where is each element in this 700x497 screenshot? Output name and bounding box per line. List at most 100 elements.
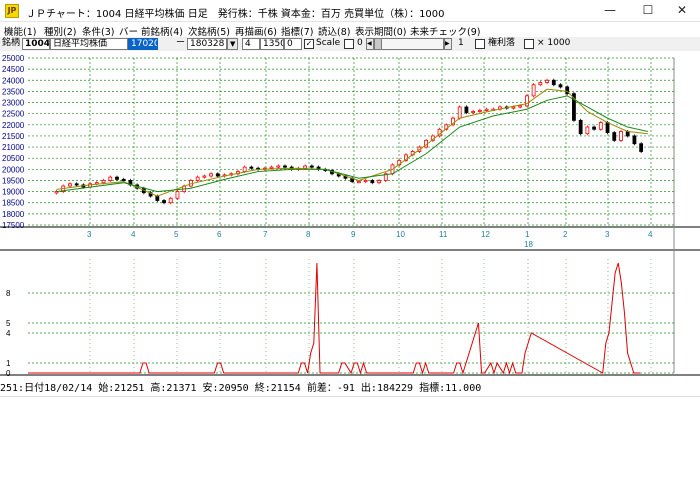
candle-body	[121, 178, 126, 181]
candle-body	[377, 180, 381, 184]
candle-body	[202, 175, 207, 178]
candle-body	[477, 109, 482, 112]
candle-body	[283, 165, 287, 168]
date-range-dash: ー	[176, 38, 186, 48]
month-label: 3	[87, 230, 92, 239]
candle-body	[538, 82, 543, 86]
candle-body	[175, 191, 180, 199]
candle-body	[168, 197, 173, 204]
candle-body	[471, 111, 476, 114]
menu-bar: 機能(1) 種別(2) 条件(3) バー 前銘柄(4) 次銘柄(5) 再描画(6…	[0, 22, 700, 38]
candle-body	[242, 166, 247, 172]
field-4-input[interactable]: 4	[242, 38, 260, 50]
candle-body	[464, 106, 469, 113]
window-title: ＪＰチャート：1004 日経平均株価 日足 発行株：千株 資本金：百万 売買単位…	[26, 9, 445, 20]
month-label: 5	[174, 230, 179, 239]
field-1350-input[interactable]: 1350	[260, 38, 284, 50]
candle-body	[525, 95, 529, 107]
candle-body	[625, 131, 630, 137]
month-label: 1	[525, 230, 530, 239]
title-bar: JP ＪＰチャート：1004 日経平均株価 日足 発行株：千株 資本金：百万 売…	[0, 0, 700, 22]
menu-indicator[interactable]: 指標(7)	[281, 24, 313, 38]
start-date-input[interactable]: 170208	[128, 38, 158, 50]
toolbar: 銘柄 1004 日経平均株価 170208 ー 180328 ▼ 4 1350 …	[0, 37, 700, 51]
price-tick-label: 24500	[2, 65, 25, 74]
candle-body	[356, 181, 361, 184]
price-tick-label: 23500	[2, 87, 25, 96]
price-tick-label: 18500	[2, 199, 25, 208]
menu-type[interactable]: 種別(2)	[44, 24, 76, 38]
month-label: 6	[217, 230, 222, 239]
candle-body	[370, 180, 375, 184]
candle-body	[68, 183, 72, 187]
candle-body	[558, 84, 563, 88]
indicator-tick-label: 0	[6, 369, 11, 378]
candle-body	[101, 180, 106, 184]
stock-name-field: 日経平均株価	[50, 38, 128, 50]
rights-label: 権利落	[488, 38, 516, 48]
scrollbar-thumb[interactable]	[374, 38, 382, 50]
chart-area: 17500 18000 18500 19000 19500 20000 20500 21000…	[0, 51, 700, 381]
candle-body	[162, 200, 166, 204]
price-tick-label: 19000	[2, 188, 25, 197]
menu-load[interactable]: 読込(8)	[318, 24, 350, 38]
candle-body	[309, 165, 314, 168]
candle-body	[209, 173, 213, 177]
price-tick-label: 22000	[2, 121, 25, 130]
scale-value: 0	[357, 38, 363, 48]
menu-bar-type[interactable]: バー	[119, 24, 138, 38]
menu-redraw[interactable]: 再描画(6)	[235, 24, 277, 38]
range-scrollbar[interactable]	[374, 38, 444, 50]
menu-display-period[interactable]: 表示期間(0)	[355, 24, 406, 38]
rights-checkbox[interactable]	[475, 39, 485, 49]
price-tick-label: 21500	[2, 132, 25, 141]
month-label: 3	[605, 230, 610, 239]
minimize-button[interactable]: —	[592, 0, 628, 22]
candle-body	[269, 166, 274, 169]
price-tick-label: 24000	[2, 76, 25, 85]
chevron-down-icon[interactable]: ▼	[227, 38, 238, 50]
month-label: 11	[439, 230, 448, 239]
candle-body	[585, 126, 590, 135]
candle-body	[303, 165, 308, 169]
menu-future-check[interactable]: 未来チェック(9)	[410, 24, 480, 38]
scale-checkbox[interactable]: ✓	[304, 39, 314, 49]
indicator-tick-label: 1	[6, 359, 11, 368]
candle-body	[639, 143, 644, 152]
candle-body	[518, 105, 523, 108]
scroll-left-icon[interactable]: ◀	[366, 38, 374, 50]
candle-body	[578, 119, 583, 135]
price-tick-label: 19500	[2, 176, 25, 185]
menu-condition[interactable]: 条件(3)	[82, 24, 114, 38]
year-label: 18	[524, 240, 533, 249]
menu-next-stock[interactable]: 次銘柄(5)	[188, 24, 230, 38]
candle-body	[155, 195, 160, 201]
candle-body	[592, 126, 596, 130]
code-input[interactable]: 1004	[22, 38, 50, 50]
field-0-input[interactable]: 0	[284, 38, 302, 50]
x1000-label: × 1000	[537, 38, 571, 48]
month-label: 2	[563, 230, 568, 239]
indicator-tick-label: 8	[6, 289, 11, 298]
menu-function[interactable]: 機能(1)	[4, 24, 36, 38]
candle-body	[632, 135, 637, 145]
candle-body	[195, 176, 200, 181]
menu-prev-stock[interactable]: 前銘柄(4)	[141, 24, 183, 38]
x1000-checkbox[interactable]	[524, 39, 534, 49]
candle-body	[215, 173, 220, 177]
close-button[interactable]: ✕	[664, 0, 700, 22]
app-icon: JP	[5, 4, 19, 18]
scale-value-checkbox[interactable]	[344, 39, 354, 49]
candle-body	[605, 122, 610, 133]
month-label: 4	[648, 230, 653, 239]
end-date-select[interactable]: 180328	[187, 38, 227, 50]
candle-body	[511, 106, 516, 109]
indicator-line	[28, 262, 640, 375]
price-tick-label: 20500	[2, 154, 25, 163]
scroll-right-icon[interactable]: ▶	[444, 38, 452, 50]
maximize-button[interactable]: ☐	[630, 0, 666, 22]
month-label: 9	[351, 230, 356, 239]
candle-body	[551, 79, 556, 86]
candle-body	[276, 165, 281, 168]
month-label: 8	[306, 230, 311, 239]
